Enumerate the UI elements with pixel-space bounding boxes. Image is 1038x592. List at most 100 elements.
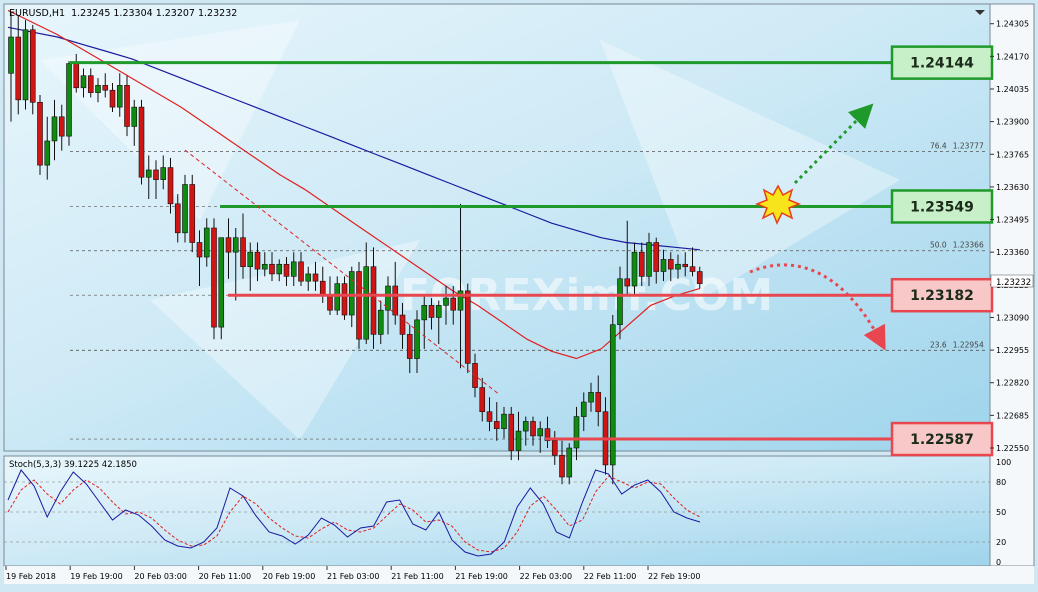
candle-body xyxy=(240,237,246,267)
candle-body xyxy=(102,85,109,91)
candle-body xyxy=(261,263,268,270)
candle-body xyxy=(638,251,645,277)
time-tick-label: 20 Feb 11:00 xyxy=(199,572,251,581)
price-tick-label: 1.24305 xyxy=(996,20,1029,29)
candle-body xyxy=(138,106,145,178)
candle-body xyxy=(530,421,536,437)
price-tick-label: 1.22955 xyxy=(996,346,1029,355)
fib-label: 23.6 1.22954 xyxy=(930,340,984,349)
candle-body xyxy=(341,283,348,316)
price-tick-label: 1.22550 xyxy=(996,444,1029,453)
candle-body xyxy=(392,285,399,316)
candle xyxy=(66,61,72,146)
candle-body xyxy=(327,295,333,311)
candle-body xyxy=(116,85,123,108)
stochastic-tick-label: 50 xyxy=(996,508,1006,517)
candle-body xyxy=(667,259,674,270)
candle-body xyxy=(464,290,471,364)
candle-body xyxy=(493,421,500,429)
candle-body xyxy=(682,263,689,267)
price-tick-label: 1.23900 xyxy=(996,118,1029,127)
candle-body xyxy=(508,413,515,451)
candle-body xyxy=(290,261,297,277)
time-tick-label: 21 Feb 19:00 xyxy=(455,572,507,581)
candle xyxy=(29,24,36,115)
candle-body xyxy=(203,227,210,258)
candle-body xyxy=(370,266,377,335)
candle-body xyxy=(479,387,486,413)
candle-body xyxy=(44,140,51,166)
candle xyxy=(218,237,225,340)
chart-window: FOREXimf.COM 76.4 1.23777 50.0 1.23366 23.6 1… xyxy=(0,0,1038,588)
time-tick-label: 21 Feb 03:00 xyxy=(327,572,379,581)
candle-body xyxy=(537,428,544,437)
stochastic-title: Stoch(5,3,3) 39.1225 42.1850 xyxy=(9,460,137,470)
candle-body xyxy=(501,413,507,429)
candle-body xyxy=(95,85,101,93)
candle-body xyxy=(689,266,696,272)
candle-body xyxy=(269,263,275,275)
price-tick-label: 1.22820 xyxy=(996,379,1029,388)
candle-body xyxy=(348,271,355,316)
candle-body xyxy=(312,273,319,282)
candle-body xyxy=(66,63,72,137)
candle-body xyxy=(37,101,43,166)
candle-body xyxy=(211,227,217,328)
candle-body xyxy=(559,454,565,478)
candle-body xyxy=(298,261,304,282)
candle-body xyxy=(617,278,623,326)
stochastic-tick-label: 80 xyxy=(996,478,1006,487)
candle-body xyxy=(51,116,58,142)
candle-body xyxy=(580,401,587,417)
candle-body xyxy=(124,85,130,127)
candle-body xyxy=(29,29,36,103)
candle-body xyxy=(218,237,225,328)
candle-body xyxy=(174,203,181,234)
candle-body xyxy=(573,416,580,449)
chart-canvas[interactable]: FOREXimf.COM 76.4 1.2377750.0 1.2336623.6 1… xyxy=(0,0,1038,588)
candle-body xyxy=(624,278,631,287)
candle-body xyxy=(276,263,283,275)
candle-body xyxy=(196,242,203,258)
candle-body xyxy=(595,392,602,413)
candle-body xyxy=(522,421,529,432)
candle-body xyxy=(696,271,703,284)
candle xyxy=(182,174,188,243)
candle-body xyxy=(609,324,616,466)
time-tick-label: 22 Feb 19:00 xyxy=(648,572,700,581)
candle-body xyxy=(283,263,290,277)
candle-body xyxy=(305,273,312,282)
price-tick-label: 1.23630 xyxy=(996,183,1029,192)
candle-body xyxy=(182,184,188,234)
candle xyxy=(356,261,362,349)
fib-label: 76.4 1.23777 xyxy=(930,141,984,150)
candle-body xyxy=(566,447,573,478)
candle-body xyxy=(428,305,435,318)
stochastic-tick-label: 0 xyxy=(996,558,1001,567)
candle-body xyxy=(80,75,87,89)
candle xyxy=(37,95,43,175)
fib-label: 50.0 1.23366 xyxy=(930,241,984,250)
current-price-label: 1.23232 xyxy=(996,278,1031,288)
candle xyxy=(508,406,515,461)
candle-body xyxy=(551,440,558,456)
candle-body xyxy=(515,430,522,451)
candle-body xyxy=(58,116,65,137)
candle-body xyxy=(15,36,22,101)
level-label: 1.24144 xyxy=(910,56,974,72)
candle-body xyxy=(588,392,594,403)
price-tick-label: 1.24170 xyxy=(996,52,1029,61)
time-tick-label: 19 Feb 2018 xyxy=(6,572,56,581)
candle-body xyxy=(109,89,116,108)
candle-body xyxy=(356,271,362,340)
candle xyxy=(22,20,29,110)
candle-body xyxy=(225,237,232,253)
candle xyxy=(609,315,616,485)
stochastic-tick-label: 20 xyxy=(996,538,1006,547)
candle-body xyxy=(131,106,138,127)
candle-body xyxy=(443,297,449,306)
time-tick-label: 20 Feb 03:00 xyxy=(134,572,186,581)
price-tick-label: 1.23090 xyxy=(996,313,1029,322)
level-label: 1.23549 xyxy=(910,199,974,215)
candle xyxy=(189,174,196,253)
